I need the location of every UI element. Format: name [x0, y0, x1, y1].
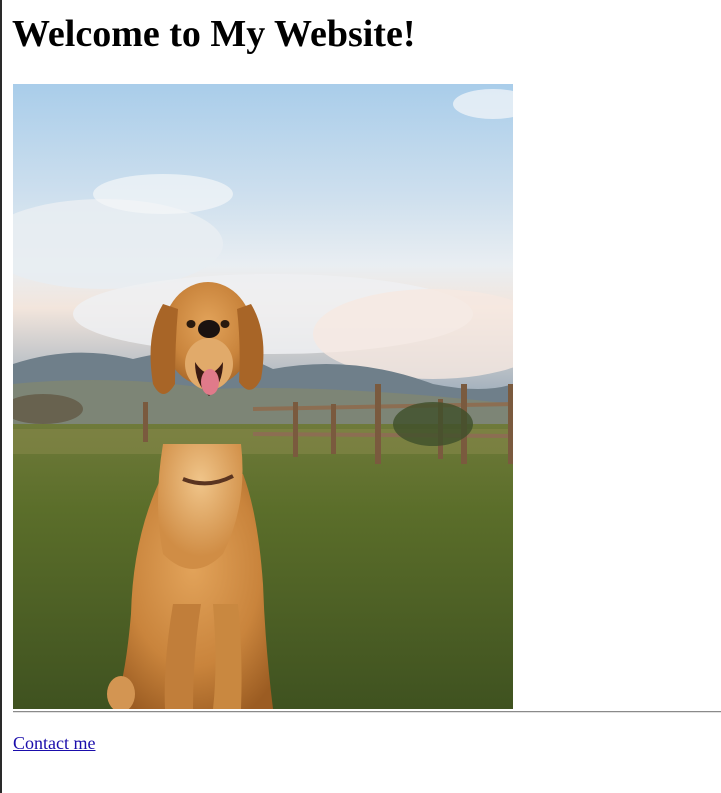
- hero-image: [13, 84, 513, 709]
- horizontal-divider: [13, 711, 721, 713]
- contact-link[interactable]: Contact me: [13, 732, 95, 754]
- page: Welcome to My Website! Contact me: [0, 0, 721, 793]
- page-title: Welcome to My Website!: [12, 13, 416, 55]
- dog-photo-icon: [13, 84, 513, 709]
